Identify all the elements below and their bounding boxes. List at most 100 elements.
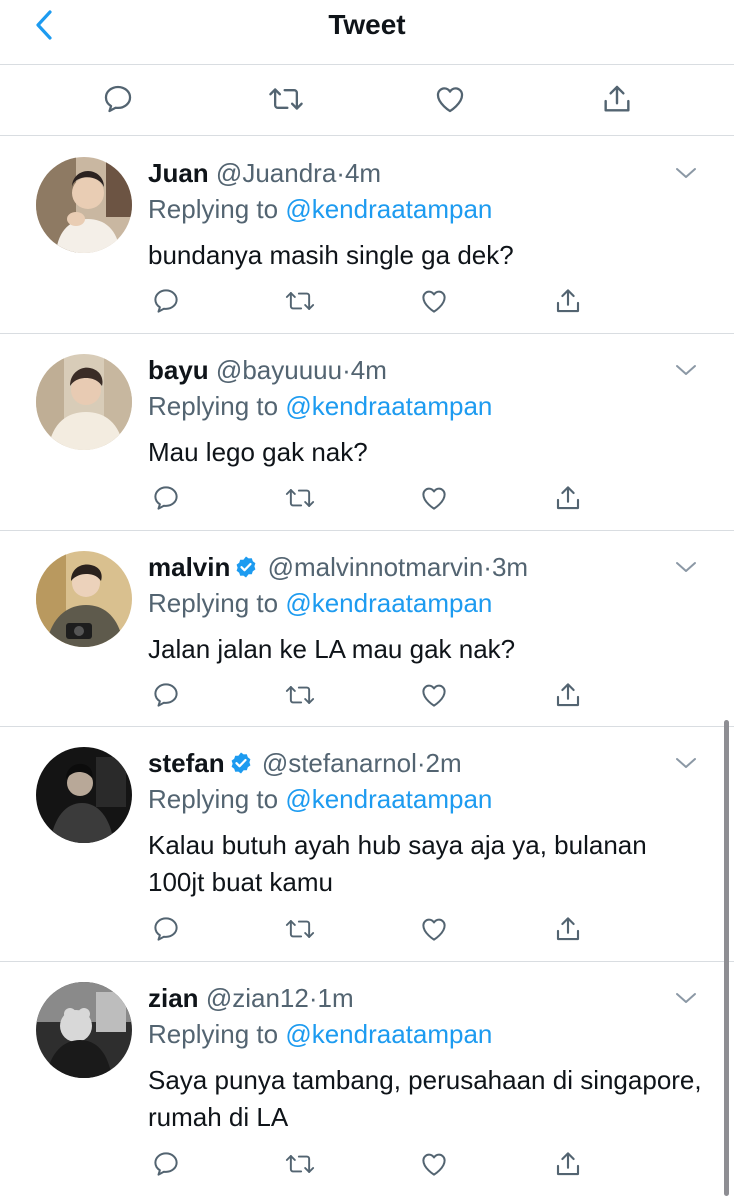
display-name[interactable]: malvin <box>148 552 230 582</box>
reply-button[interactable] <box>148 480 184 516</box>
reply-action-bar <box>148 480 608 516</box>
chevron-down-icon[interactable] <box>674 360 698 380</box>
user-handle[interactable]: @Juandra <box>216 158 336 188</box>
separator-dot: · <box>342 355 351 385</box>
chevron-down-icon[interactable] <box>674 753 698 773</box>
chevron-down-icon[interactable] <box>674 988 698 1008</box>
mention-link[interactable]: @kendraatampan <box>285 588 492 618</box>
reply-icon <box>154 289 178 313</box>
share-button[interactable] <box>550 283 586 319</box>
display-name[interactable]: stefan <box>148 748 225 778</box>
share-button[interactable] <box>550 911 586 947</box>
like-button[interactable] <box>416 480 452 516</box>
separator-dot: · <box>336 158 345 188</box>
user-handle[interactable]: @zian12 <box>206 983 309 1013</box>
retweet-button[interactable] <box>282 677 318 713</box>
share-icon <box>604 85 630 112</box>
share-icon <box>556 683 580 707</box>
share-button[interactable] <box>550 677 586 713</box>
mention-link[interactable]: @kendraatampan <box>285 784 492 814</box>
like-button[interactable] <box>416 911 452 947</box>
timestamp: 1m <box>317 983 354 1013</box>
mention-link[interactable]: @kendraatampan <box>285 1019 492 1049</box>
replying-to-line: Replying to @kendraatampan <box>148 193 492 225</box>
like-button[interactable] <box>416 1146 452 1182</box>
reply-icon <box>104 85 132 113</box>
retweet-button[interactable] <box>282 283 318 319</box>
mention-link[interactable]: @kendraatampan <box>285 194 492 224</box>
reply-button[interactable] <box>148 677 184 713</box>
retweet-icon <box>285 920 315 938</box>
verified-badge-icon <box>236 556 256 578</box>
user-handle[interactable]: @bayuuuu <box>216 355 342 385</box>
display-name[interactable]: bayu <box>148 355 209 385</box>
replying-to-line: Replying to @kendraatampan <box>148 1018 492 1050</box>
reply-tweet[interactable]: zian @zian12·1m Replying to @kendraatamp… <box>0 962 734 1200</box>
main-like-button[interactable] <box>430 79 470 119</box>
replying-to-label: Replying to <box>148 1019 279 1049</box>
replying-to-label: Replying to <box>148 391 279 421</box>
share-button[interactable] <box>550 1146 586 1182</box>
tweet-text: Jalan jalan ke LA mau gak nak? <box>148 634 516 664</box>
retweet-button[interactable] <box>282 1146 318 1182</box>
reply-header: Juan @Juandra·4m <box>148 157 381 189</box>
retweet-icon <box>285 1155 315 1173</box>
like-button[interactable] <box>416 677 452 713</box>
reply-action-bar <box>148 911 608 947</box>
page-title: Tweet <box>328 9 406 40</box>
share-icon <box>556 917 580 941</box>
user-handle[interactable]: @stefanarnol <box>262 748 417 778</box>
display-name[interactable]: zian <box>148 983 199 1013</box>
heart-icon <box>422 1153 446 1176</box>
mention-link[interactable]: @kendraatampan <box>285 391 492 421</box>
reply-header: bayu @bayuuuu·4m <box>148 354 387 386</box>
heart-icon <box>436 87 464 113</box>
retweet-icon <box>285 292 315 310</box>
replying-to-label: Replying to <box>148 194 279 224</box>
avatar[interactable] <box>36 982 132 1078</box>
main-share-button[interactable] <box>597 79 637 119</box>
separator-dot: · <box>483 552 492 582</box>
reply-button[interactable] <box>148 911 184 947</box>
retweet-button[interactable] <box>282 480 318 516</box>
reply-button[interactable] <box>148 283 184 319</box>
top-nav-bar: Tweet <box>0 0 734 65</box>
chevron-down-icon[interactable] <box>674 163 698 183</box>
tweet-text: bundanya masih single ga dek? <box>148 240 514 270</box>
reply-tweet[interactable]: bayu @bayuuuu·4m Replying to @kendraatam… <box>0 334 734 531</box>
share-button[interactable] <box>550 480 586 516</box>
main-retweet-button[interactable] <box>266 79 306 119</box>
avatar[interactable] <box>36 157 132 253</box>
like-button[interactable] <box>416 283 452 319</box>
reply-icon <box>154 1152 178 1176</box>
user-handle[interactable]: @malvinnotmarvin <box>268 552 484 582</box>
tweet-text: Saya punya tambang, perusahaan di singap… <box>148 1065 702 1132</box>
share-icon <box>556 1152 580 1176</box>
scrollbar[interactable] <box>724 720 729 1196</box>
reply-tweet[interactable]: stefan @stefanarnol·2m Replying to @kend… <box>0 727 734 962</box>
reply-tweet[interactable]: malvin @malvinnotmarvin·3m Replying to @… <box>0 531 734 727</box>
retweet-button[interactable] <box>282 911 318 947</box>
chevron-down-icon[interactable] <box>674 557 698 577</box>
share-icon <box>556 486 580 510</box>
reply-tweet[interactable]: Juan @Juandra·4m Replying to @kendraatam… <box>0 137 734 334</box>
heart-icon <box>422 290 446 313</box>
replying-to-label: Replying to <box>148 784 279 814</box>
reply-icon <box>154 486 178 510</box>
avatar[interactable] <box>36 551 132 647</box>
reply-action-bar <box>148 677 608 713</box>
display-name[interactable]: Juan <box>148 158 209 188</box>
replying-to-line: Replying to @kendraatampan <box>148 783 492 815</box>
replying-to-label: Replying to <box>148 588 279 618</box>
heart-icon <box>422 918 446 941</box>
timestamp: 3m <box>491 552 529 582</box>
share-icon <box>556 289 580 313</box>
main-reply-button[interactable] <box>98 79 138 119</box>
reply-button[interactable] <box>148 1146 184 1182</box>
separator-dot: · <box>416 748 426 778</box>
timestamp: 2m <box>425 748 462 778</box>
avatar[interactable] <box>36 747 132 843</box>
avatar[interactable] <box>36 354 132 450</box>
retweet-icon <box>269 88 303 110</box>
heart-icon <box>422 487 446 510</box>
